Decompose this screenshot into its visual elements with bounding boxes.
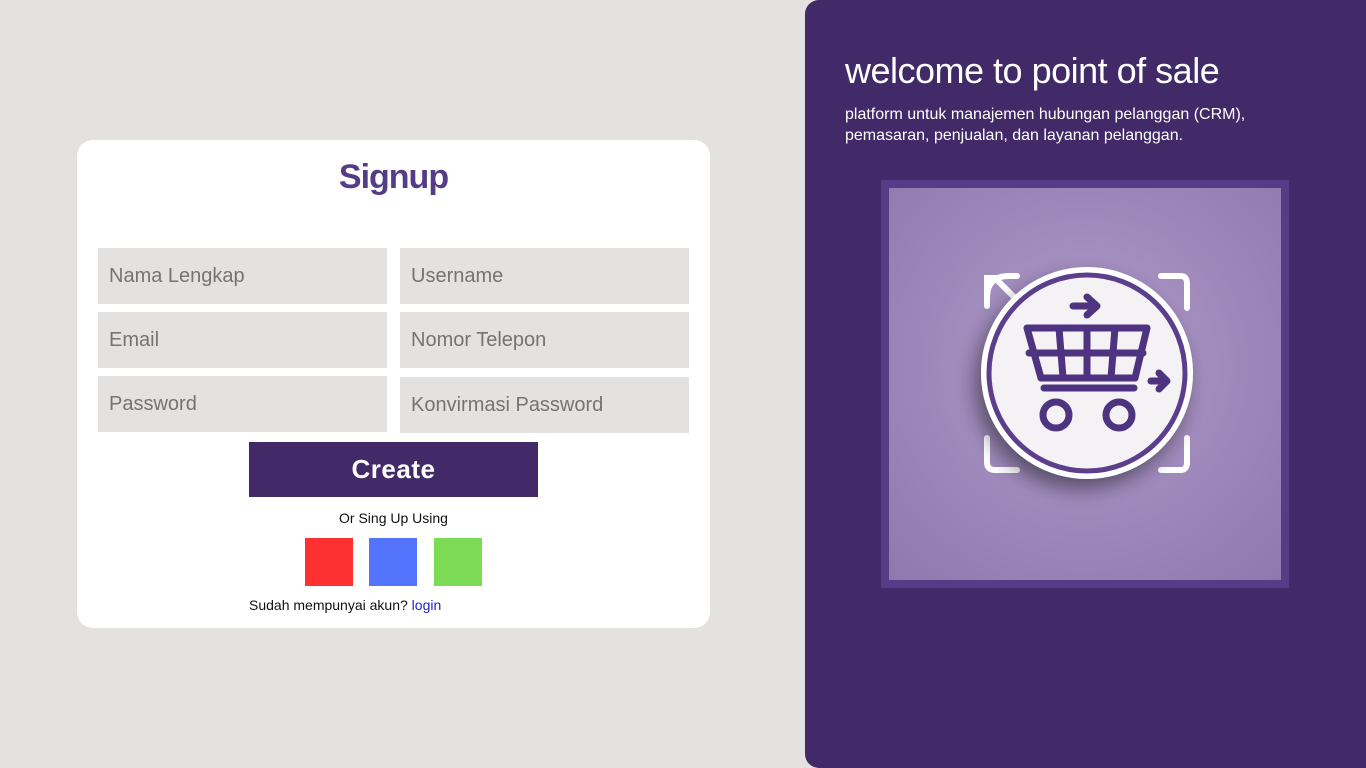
create-button[interactable]: Create — [249, 442, 538, 497]
shopping-cart-icon — [981, 267, 1193, 479]
full-name-input[interactable] — [98, 248, 387, 304]
login-prompt: Sudah mempunyai akun? login — [249, 597, 441, 613]
confirm-password-input[interactable] — [400, 377, 689, 433]
social-signup-label: Or Sing Up Using — [339, 510, 448, 526]
welcome-title: welcome to point of sale — [845, 50, 1220, 91]
illustration-background — [889, 188, 1281, 580]
signup-page: Signup Create Or Sing Up Using Sudah mem… — [0, 0, 1366, 768]
social-signup-button-red[interactable] — [305, 538, 353, 586]
username-input[interactable] — [400, 248, 689, 304]
email-input[interactable] — [98, 312, 387, 368]
welcome-description: platform untuk manajemen hubungan pelang… — [845, 106, 1246, 144]
pos-illustration — [881, 180, 1289, 588]
social-signup-button-blue[interactable] — [369, 538, 417, 586]
password-input[interactable] — [98, 376, 387, 432]
phone-input[interactable] — [400, 312, 689, 368]
signup-title: Signup — [338, 158, 449, 196]
have-account-text: Sudah mempunyai akun? — [249, 597, 408, 613]
social-signup-button-green[interactable] — [434, 538, 482, 586]
login-link[interactable]: login — [412, 597, 442, 613]
